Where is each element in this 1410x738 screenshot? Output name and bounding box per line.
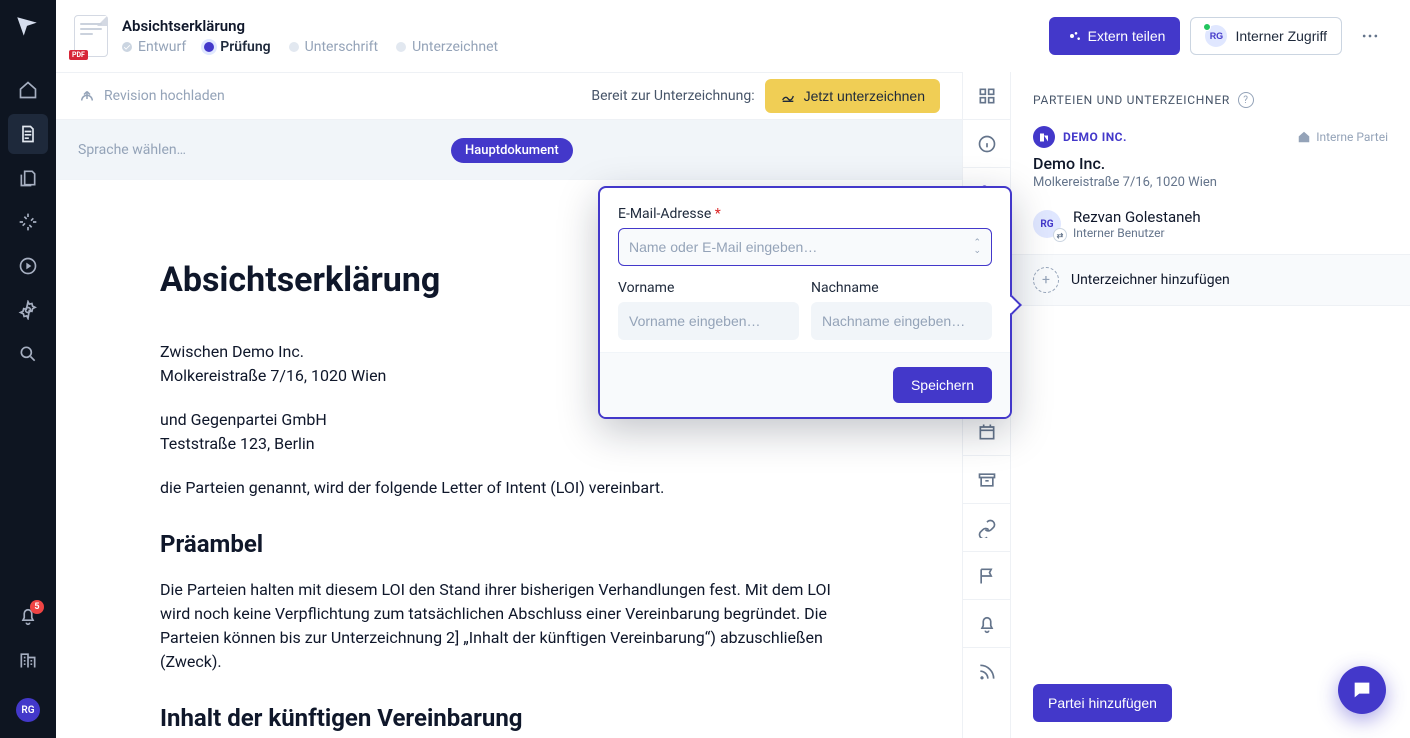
signer-name: Rezvan Golestaneh (1073, 208, 1201, 226)
nav-search-icon[interactable] (8, 334, 48, 374)
email-label: E-Mail-Adresse * (618, 206, 992, 222)
nav-settings-icon[interactable] (8, 290, 48, 330)
nav-activity-icon[interactable] (8, 202, 48, 242)
doc-text: die Parteien genannt, wird der folgende … (160, 476, 862, 500)
party-block: DEMO INC. Interne Partei Demo Inc. Molke… (1011, 122, 1410, 194)
rail-flag-icon[interactable] (963, 552, 1011, 600)
help-icon[interactable]: ? (1238, 92, 1254, 108)
save-button[interactable]: Speichern (893, 367, 992, 403)
nav-copies-icon[interactable] (8, 158, 48, 198)
share-external-button[interactable]: Extern teilen (1049, 17, 1181, 55)
doc-subheading: Inhalt der künftigen Vereinbarung (160, 704, 862, 732)
internal-party-tag: Interne Partei (1297, 130, 1388, 144)
add-party-button[interactable]: Partei hinzufügen (1033, 684, 1172, 722)
nav-play-icon[interactable] (8, 246, 48, 286)
signer-role: Interner Benutzer (1073, 226, 1201, 240)
email-input[interactable] (629, 239, 973, 255)
side-panel: PARTEIEN UND UNTERZEICHNER ? DEMO INC. I… (1010, 72, 1410, 738)
swap-icon: ⇄ (1053, 228, 1067, 242)
presence-indicator (1203, 23, 1211, 31)
org-icon (1033, 126, 1055, 148)
ready-to-sign-label: Bereit zur Unterzeichnung: (591, 88, 754, 104)
language-select[interactable]: Sprache wählen… (78, 142, 186, 158)
doc-text: Die Parteien halten mit diesem LOI den S… (160, 578, 850, 674)
chevron-updown-icon[interactable]: ⌃⌄ (973, 239, 981, 255)
signer-row[interactable]: RG ⇄ Rezvan Golestaneh Interner Benutzer (1011, 194, 1410, 254)
document-file-icon: PDF (74, 15, 108, 57)
file-type-badge: PDF (69, 50, 88, 60)
nav-notifications-icon[interactable]: 5 (8, 596, 48, 636)
upload-revision-button[interactable]: Revision hochladen (78, 87, 225, 105)
nav-home-icon[interactable] (8, 70, 48, 110)
party-company-name: Demo Inc. (1033, 154, 1388, 173)
notifications-badge: 5 (30, 600, 44, 614)
stage-draft[interactable]: Entwurf (122, 39, 186, 55)
document-header: PDF Absichtserklärung Entwurf Prüfung Un… (56, 0, 1410, 72)
firstname-input[interactable] (618, 302, 799, 340)
rail-bell-icon[interactable] (963, 600, 1011, 648)
panel-title: PARTEIEN UND UNTERZEICHNER (1033, 93, 1230, 107)
add-signer-button[interactable]: + Unterzeichner hinzufügen (1011, 254, 1410, 306)
document-subbar: Revision hochladen Bereit zur Unterzeich… (56, 72, 962, 120)
rail-info-icon[interactable] (963, 120, 1011, 168)
document-stage-row: Entwurf Prüfung Unterschrift Unterzeichn… (122, 39, 498, 55)
sign-now-button[interactable]: Jetzt unterzeichnen (765, 79, 940, 113)
stage-signed[interactable]: Unterzeichnet (396, 39, 498, 55)
stage-review[interactable]: Prüfung (204, 39, 270, 55)
plus-icon: + (1033, 267, 1059, 293)
tab-main-document[interactable]: Hauptdokument (451, 138, 573, 163)
header-avatar: RG (1205, 25, 1227, 47)
rail-archive-icon[interactable] (963, 456, 1011, 504)
header-more-icon[interactable] (1352, 18, 1388, 54)
signer-avatar: RG ⇄ (1033, 210, 1061, 238)
nav-org-icon[interactable] (8, 640, 48, 680)
email-combobox[interactable]: ⌃⌄ (618, 228, 992, 266)
nav-documents-icon[interactable] (8, 114, 48, 154)
rail-grid-icon[interactable] (963, 72, 1011, 120)
rail-link-icon[interactable] (963, 504, 1011, 552)
doc-subheading: Präambel (160, 530, 862, 558)
intercom-chat-button[interactable] (1338, 666, 1386, 714)
stage-signature[interactable]: Unterschrift (289, 39, 378, 55)
lastname-label: Nachname (811, 280, 992, 296)
firstname-label: Vorname (618, 280, 799, 296)
rail-rss-icon[interactable] (963, 648, 1011, 696)
add-signer-popover: E-Mail-Adresse * ⌃⌄ Vorname Nachname Spe… (598, 186, 1012, 419)
doc-text: Teststraße 123, Berlin (160, 432, 862, 456)
document-title: Absichtserklärung (122, 17, 498, 35)
org-code: DEMO INC. (1063, 130, 1127, 144)
nav-user-avatar[interactable]: RG (16, 698, 40, 722)
internal-access-button[interactable]: RG Interner Zugriff (1190, 17, 1342, 55)
lastname-input[interactable] (811, 302, 992, 340)
party-address: Molkereistraße 7/16, 1020 Wien (1033, 175, 1388, 190)
app-left-rail: 5 RG (0, 0, 56, 738)
app-logo (14, 14, 42, 42)
